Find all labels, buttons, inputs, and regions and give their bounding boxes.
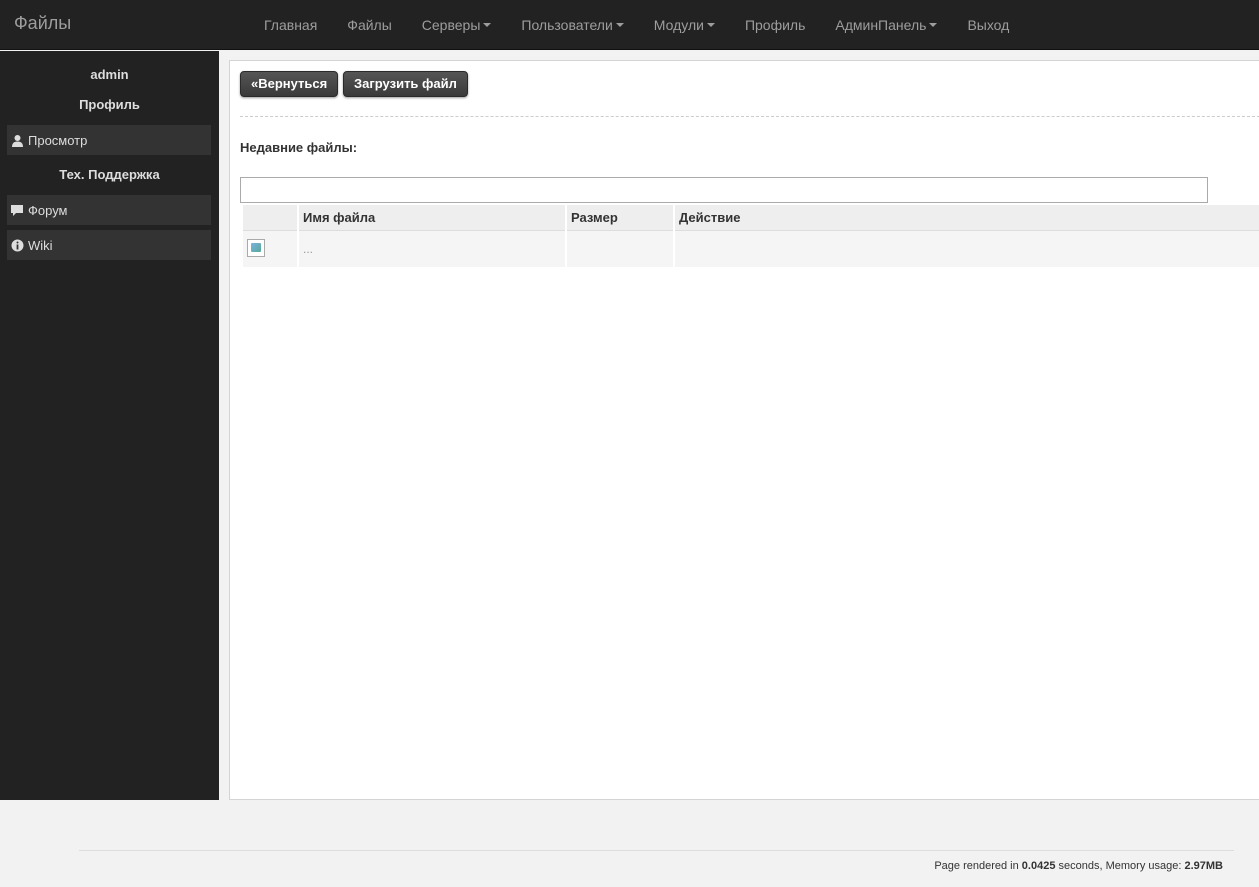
nav-admin-panel[interactable]: АдминПанель <box>820 0 952 50</box>
back-button[interactable]: «Вернуться <box>240 71 339 97</box>
sidebar-profile-header: Профиль <box>79 97 140 112</box>
table-row[interactable]: ... <box>243 231 1259 267</box>
column-header-icon <box>243 205 297 231</box>
sidebar-item-view[interactable]: Просмотр <box>7 125 211 155</box>
footer-render-info: Page rendered in 0.0425 seconds, Memory … <box>934 860 1223 872</box>
info-icon <box>9 238 25 252</box>
recent-files-label: Недавние файлы: <box>240 140 358 155</box>
row-icon-cell <box>243 231 297 267</box>
sidebar: admin Профиль Просмотр Тех. Поддержка Фо… <box>0 51 219 800</box>
row-size-cell <box>567 231 673 267</box>
top-navbar: Файлы Главная Файлы Серверы Пользователи… <box>0 0 1259 50</box>
chevron-down-icon <box>929 23 938 27</box>
nav-home[interactable]: Главная <box>249 0 332 50</box>
column-header-action: Действие <box>675 205 1259 231</box>
brand-title[interactable]: Файлы <box>14 13 71 34</box>
nav-files[interactable]: Файлы <box>332 0 406 50</box>
nav-profile[interactable]: Профиль <box>730 0 820 50</box>
footer-divider <box>79 850 1234 851</box>
files-table: Имя файла Размер Действие ... <box>241 205 1259 267</box>
row-action-cell <box>675 231 1259 267</box>
chevron-down-icon <box>706 23 715 27</box>
sidebar-item-label: Просмотр <box>28 132 88 148</box>
user-icon <box>9 133 25 147</box>
row-filename-cell[interactable]: ... <box>299 231 565 267</box>
main-nav: Главная Файлы Серверы Пользователи Модул… <box>249 0 1024 50</box>
main-panel: «Вернуться Загрузить файл Недавние файлы… <box>229 60 1259 800</box>
file-search-input[interactable] <box>240 177 1208 203</box>
nav-logout[interactable]: Выход <box>952 0 1024 50</box>
column-header-size[interactable]: Размер <box>567 205 673 231</box>
chevron-down-icon <box>483 23 492 27</box>
sidebar-item-wiki[interactable]: Wiki <box>7 230 211 260</box>
sidebar-item-forum[interactable]: Форум <box>7 195 211 225</box>
sidebar-support-header: Тех. Поддержка <box>59 167 160 182</box>
sidebar-item-label: Wiki <box>28 237 53 253</box>
nav-users[interactable]: Пользователи <box>506 0 638 50</box>
memory-usage: 2.97MB <box>1184 860 1223 872</box>
chevron-down-icon <box>615 23 624 27</box>
sidebar-item-label: Форум <box>28 202 68 218</box>
broken-image-icon <box>247 238 265 257</box>
upload-file-button[interactable]: Загрузить файл <box>343 71 468 97</box>
column-header-filename[interactable]: Имя файла <box>299 205 565 231</box>
sidebar-username: admin <box>90 67 129 82</box>
comment-icon <box>9 203 25 217</box>
nav-modules[interactable]: Модули <box>639 0 730 50</box>
nav-servers[interactable]: Серверы <box>407 0 507 50</box>
divider <box>240 116 1259 117</box>
table-header-row: Имя файла Размер Действие <box>243 205 1259 231</box>
render-time: 0.0425 <box>1021 860 1056 872</box>
